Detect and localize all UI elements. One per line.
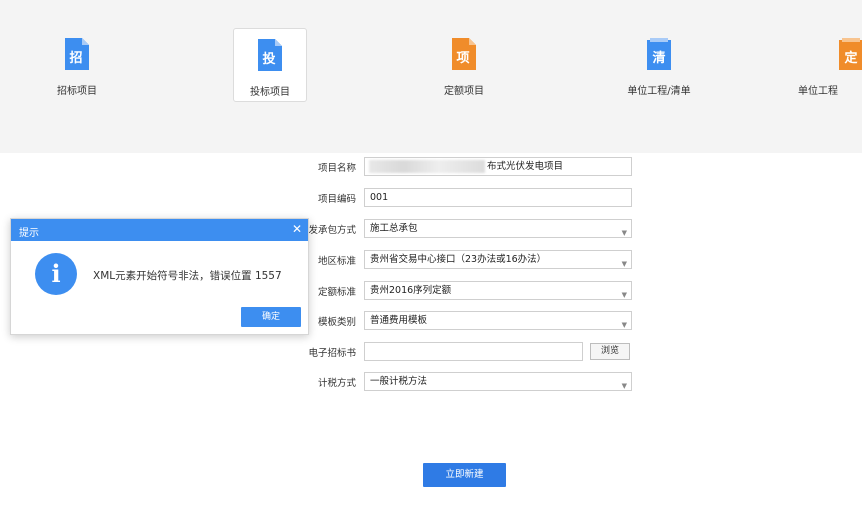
dialog-title: 提示: [19, 228, 39, 239]
row-tender-file: 电子招标书 浏览: [300, 342, 640, 362]
template-type-label: 模板类别: [317, 317, 356, 328]
create-now-button[interactable]: 立即新建: [423, 463, 506, 487]
browse-button[interactable]: 浏览: [590, 343, 630, 360]
unit-quota-doc-icon: 定: [839, 38, 862, 70]
bill-doc-icon: 清: [647, 38, 671, 70]
svg-text:投: 投: [262, 51, 275, 67]
tile-label: 投标项目: [250, 87, 290, 98]
svg-text:项: 项: [456, 51, 469, 66]
project-name-input[interactable]: 布式光伏发电项目: [364, 157, 632, 176]
chevron-down-icon: ▼: [621, 260, 627, 268]
tender-file-label: 电子招标书: [308, 348, 356, 359]
tile-label: 定额项目: [444, 86, 484, 97]
tile-bid-project[interactable]: 投 投标项目: [233, 28, 307, 102]
svg-text:清: 清: [652, 50, 665, 66]
project-name-label: 项目名称: [317, 163, 356, 174]
contract-mode-select[interactable]: 施工总承包 ▼: [364, 219, 632, 238]
alert-dialog: 提示 ✕ i XML元素开始符号非法，错误位置 1557 确定: [10, 218, 309, 335]
tender-doc-icon: 招: [65, 38, 89, 70]
tile-label: 单位工程/清单: [627, 86, 691, 97]
contract-mode-value: 施工总承包: [370, 223, 418, 234]
region-standard-value: 贵州省交易中心接口（23办法或16办法）: [370, 254, 547, 265]
project-code-input[interactable]: 001: [364, 188, 632, 207]
row-quota-standard: 定额标准 贵州2016序列定额 ▼: [300, 281, 640, 301]
region-standard-label: 地区标准: [317, 256, 356, 267]
project-type-toolbar: 招 招标项目 投 投标项目 项 定额项目 清 单位工程/清单 定 单位工程: [0, 0, 862, 153]
tile-quota-project[interactable]: 项 定额项目: [427, 28, 501, 102]
ok-button[interactable]: 确定: [241, 307, 301, 327]
quota-doc-icon: 项: [452, 38, 476, 70]
row-tax-method: 计税方式 一般计税方法 ▼: [300, 372, 640, 392]
row-template-type: 模板类别 普通费用模板 ▼: [300, 311, 640, 331]
row-contract-mode: 发承包方式 施工总承包 ▼: [300, 219, 640, 239]
tile-unit-project-bill[interactable]: 清 单位工程/清单: [622, 28, 696, 102]
redacted-text: [369, 160, 485, 173]
dialog-header: 提示 ✕: [11, 219, 308, 241]
tile-tender-project[interactable]: 招 招标项目: [40, 28, 114, 102]
row-region-standard: 地区标准 贵州省交易中心接口（23办法或16办法） ▼: [300, 250, 640, 270]
tax-method-value: 一般计税方法: [370, 376, 428, 387]
chevron-down-icon: ▼: [621, 229, 627, 237]
quota-standard-label: 定额标准: [317, 287, 356, 298]
tax-method-select[interactable]: 一般计税方法 ▼: [364, 372, 632, 391]
tender-file-input[interactable]: [364, 342, 583, 361]
quota-standard-value: 贵州2016序列定额: [370, 285, 452, 296]
tile-unit-project[interactable]: 定 单位工程: [798, 28, 862, 102]
template-type-select[interactable]: 普通费用模板 ▼: [364, 311, 632, 330]
contract-mode-label: 发承包方式: [308, 225, 356, 236]
tile-label: 招标项目: [57, 86, 97, 97]
tax-method-label: 计税方式: [317, 378, 356, 389]
template-type-value: 普通费用模板: [370, 315, 428, 326]
region-standard-select[interactable]: 贵州省交易中心接口（23办法或16办法） ▼: [364, 250, 632, 269]
row-project-name: 项目名称 布式光伏发电项目: [300, 157, 640, 177]
row-project-code: 项目编码 001: [300, 188, 640, 208]
dialog-message: XML元素开始符号非法，错误位置 1557: [93, 270, 282, 282]
project-name-value: 布式光伏发电项目: [487, 161, 564, 172]
info-icon: i: [35, 253, 77, 295]
quota-standard-select[interactable]: 贵州2016序列定额 ▼: [364, 281, 632, 300]
chevron-down-icon: ▼: [621, 321, 627, 329]
project-code-label: 项目编码: [317, 194, 356, 205]
close-icon[interactable]: ✕: [292, 222, 302, 236]
tile-label: 单位工程: [798, 86, 838, 97]
chevron-down-icon: ▼: [621, 291, 627, 299]
svg-text:招: 招: [69, 50, 82, 66]
svg-text:定: 定: [843, 50, 857, 66]
chevron-down-icon: ▼: [621, 382, 627, 390]
bid-doc-icon: 投: [258, 39, 282, 71]
